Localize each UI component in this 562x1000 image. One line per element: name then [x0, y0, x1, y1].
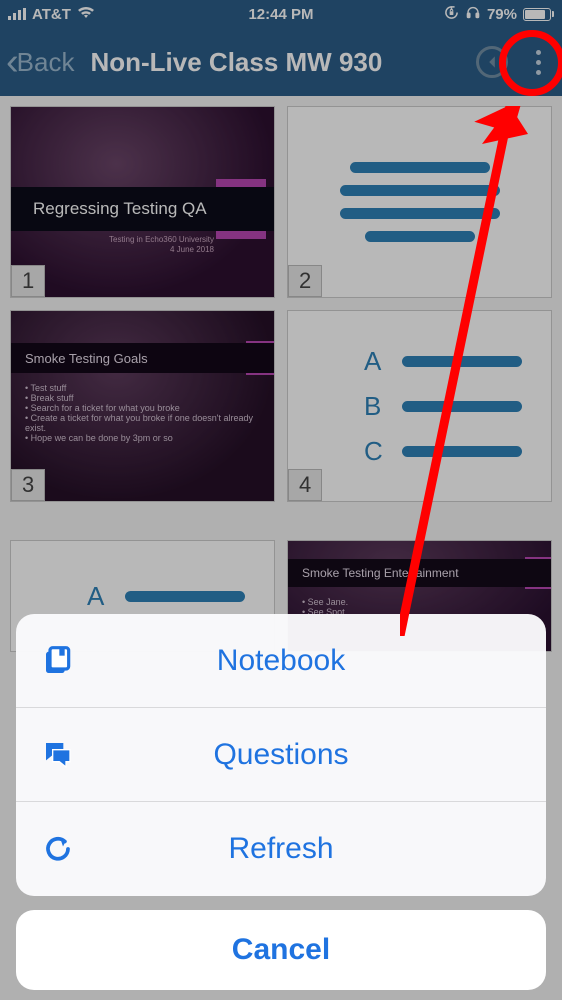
refresh-icon — [40, 831, 76, 867]
notebook-icon — [40, 643, 76, 679]
sheet-item-notebook[interactable]: Notebook — [16, 614, 546, 708]
questions-icon — [40, 737, 76, 773]
sheet-item-questions[interactable]: Questions — [16, 708, 546, 802]
sheet-label: Refresh — [228, 832, 333, 866]
cancel-label: Cancel — [232, 933, 330, 967]
sheet-cancel-button[interactable]: Cancel — [16, 910, 546, 990]
sheet-item-refresh[interactable]: Refresh — [16, 802, 546, 896]
sheet-label: Questions — [213, 738, 348, 772]
action-sheet: Notebook Questions Refresh Cancel — [16, 614, 546, 990]
sheet-label: Notebook — [217, 644, 345, 678]
